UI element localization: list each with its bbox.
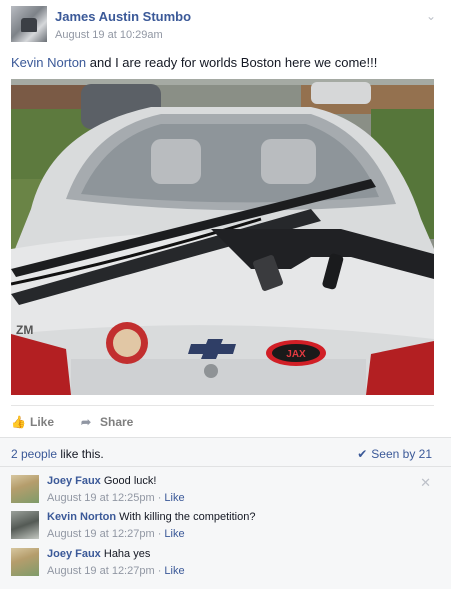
- svg-text:ZM: ZM: [16, 323, 33, 337]
- svg-text:JAX: JAX: [286, 349, 306, 360]
- likes-summary: 2 people like this.: [11, 447, 104, 461]
- kevin-avatar[interactable]: [11, 511, 39, 539]
- author-avatar[interactable]: [11, 6, 47, 42]
- comment-time[interactable]: August 19 at 12:27pm: [47, 528, 155, 540]
- comment-item: Kevin Norton With killing the competitio…: [11, 511, 431, 543]
- feedback-panel: 2 people like this. ✔ Seen by 21 Joey Fau…: [0, 437, 451, 589]
- seen-by[interactable]: ✔ Seen by 21: [357, 447, 432, 461]
- post-photo[interactable]: JAX ZM: [11, 79, 434, 395]
- likes-count-link[interactable]: 2 people: [11, 447, 57, 461]
- checkmark-icon: ✔: [357, 447, 368, 461]
- mention-link[interactable]: Kevin Norton: [11, 55, 86, 70]
- like-label: Like: [30, 415, 55, 429]
- comment-author[interactable]: Joey Faux: [47, 475, 101, 487]
- share-button[interactable]: ➦ Share: [81, 415, 133, 429]
- close-icon[interactable]: ✕: [420, 475, 431, 491]
- joey-avatar[interactable]: [11, 548, 39, 576]
- author-name[interactable]: James Austin Stumbo: [55, 9, 191, 24]
- comment-text: With killing the competition?: [119, 511, 256, 523]
- post-timestamp[interactable]: August 19 at 10:29am: [55, 29, 163, 41]
- comment-time[interactable]: August 19 at 12:25pm: [47, 492, 155, 504]
- post-message: Kevin Norton and I are ready for worlds …: [11, 55, 377, 70]
- comment-time[interactable]: August 19 at 12:27pm: [47, 565, 155, 577]
- thumbs-up-icon: 👍: [11, 415, 26, 429]
- comment-text: Good luck!: [103, 475, 157, 487]
- photo-car-rifles: JAX ZM: [11, 79, 434, 395]
- post-header: James Austin Stumbo August 19 at 10:29am…: [0, 0, 451, 46]
- post-message-text: and I are ready for worlds Boston here w…: [86, 55, 378, 70]
- comment-like-link[interactable]: Like: [164, 492, 184, 504]
- divider: [0, 466, 451, 467]
- joey-avatar[interactable]: [11, 475, 39, 503]
- comment-author[interactable]: Kevin Norton: [47, 511, 116, 523]
- chevron-down-icon[interactable]: ⌄: [426, 9, 436, 23]
- like-button[interactable]: 👍 Like: [11, 415, 54, 429]
- share-label: Share: [100, 415, 134, 429]
- comment-item: Joey Faux Haha yes August 19 at 12:27pm …: [11, 548, 431, 580]
- comment-author[interactable]: Joey Faux: [47, 548, 101, 560]
- seen-by-label: Seen by 21: [371, 447, 432, 461]
- share-arrow-icon: ➦: [81, 415, 92, 429]
- comment-like-link[interactable]: Like: [164, 565, 184, 577]
- comment-text: Haha yes: [103, 548, 151, 560]
- post-actions: 👍 Like ➦ Share: [11, 405, 434, 436]
- comment-item: Joey Faux Good luck! August 19 at 12:25p…: [11, 475, 431, 507]
- comment-like-link[interactable]: Like: [164, 528, 184, 540]
- likes-suffix: like this.: [57, 447, 104, 461]
